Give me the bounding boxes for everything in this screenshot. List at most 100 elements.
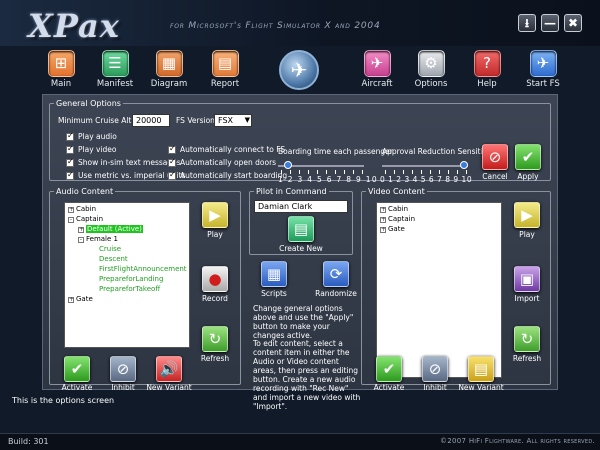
tree-node-captain[interactable]: + Captain <box>380 215 415 223</box>
video-content-group: Video Content + Cabin + Captain + Gate ▶ Pl… <box>361 187 551 392</box>
video-refresh-button[interactable]: ↻ <box>514 326 540 352</box>
tree-node-female[interactable]: - Female 1 <box>78 235 118 243</box>
play-icon: ▶ <box>209 206 221 224</box>
audio-activate-button[interactable]: ✔ <box>64 356 90 382</box>
collapse-icon[interactable]: - <box>78 237 84 243</box>
video-activate-button[interactable]: ✔ <box>376 356 402 382</box>
tree-node-cabin[interactable]: + Cabin <box>68 205 96 213</box>
expand-icon[interactable]: + <box>68 207 74 213</box>
checkbox-label: Show in-sim text messages <box>78 158 181 167</box>
toolbar-manifest-button[interactable]: ☰ Manifest <box>88 46 142 92</box>
tree-node-gate[interactable]: + Gate <box>380 225 405 233</box>
play-video-checkbox[interactable]: Play video <box>66 144 117 154</box>
toolbar-report-button[interactable]: ▤ Report <box>198 46 252 92</box>
video-play-label: Play <box>519 230 535 239</box>
tree-node-default[interactable]: + Default (Active) <box>78 225 143 233</box>
fs-version-label: FS Version <box>176 116 215 125</box>
checkbox-box[interactable] <box>66 144 74 154</box>
auto-doors-checkbox[interactable]: Automatically open doors <box>168 157 277 167</box>
video-play-button[interactable]: ▶ <box>514 202 540 228</box>
tree-node-captain[interactable]: - Captain <box>68 215 103 223</box>
apply-label: Apply <box>517 172 539 181</box>
title-bar: XPax for Microsoft's Flight Simulator X … <box>0 0 600 46</box>
tree-leaf[interactable]: FirstFlightAnnouncement <box>99 265 187 273</box>
checkbox-label: Automatically open doors <box>180 158 277 167</box>
video-new-variant-button[interactable]: ▤ <box>468 356 494 382</box>
general-options-legend: General Options <box>56 99 121 108</box>
show-text-checkbox[interactable]: Show in-sim text messages <box>66 157 181 167</box>
build-number: Build: 301 <box>8 437 49 446</box>
tree-node-label: Default (Active) <box>86 225 143 233</box>
auto-connect-checkbox[interactable]: Automatically connect to FS <box>168 144 285 154</box>
tree-leaf[interactable]: PrepareforLanding <box>99 275 163 283</box>
refresh-icon: ↻ <box>208 330 222 348</box>
audio-tree[interactable]: + Cabin - Captain + Default (Active) - Femal… <box>64 202 190 348</box>
toolbar-aircraft-button[interactable]: ✈ Aircraft <box>350 46 404 92</box>
tree-node-gate[interactable]: + Gate <box>68 295 93 303</box>
create-new-button[interactable]: ▤ <box>288 216 314 242</box>
checkmark-icon: ✔ <box>382 360 396 378</box>
checkbox-box[interactable] <box>168 157 176 167</box>
checkbox-box[interactable] <box>168 144 176 154</box>
tree-node-cabin[interactable]: + Cabin <box>380 205 408 213</box>
cancel-button[interactable]: ⊘ <box>482 144 508 170</box>
download-icon[interactable]: ⭳ <box>518 14 536 32</box>
auto-boarding-checkbox[interactable]: Automatically start boarding <box>168 170 288 180</box>
toolbar-diagram-button[interactable]: ▦ Diagram <box>142 46 196 92</box>
pilot-name-input[interactable]: Damian Clark <box>254 200 348 213</box>
general-options-group: General Options Minimum Cruise Altitude … <box>49 99 551 184</box>
audio-new-variant-button[interactable]: 🔊 <box>156 356 182 382</box>
import-button[interactable]: ▣ <box>514 266 540 292</box>
close-button[interactable]: ✖ <box>564 14 582 32</box>
scripts-label: Scripts <box>261 289 287 298</box>
expand-icon[interactable]: + <box>380 217 386 223</box>
audio-inhibit-label: Inhibit <box>111 383 135 392</box>
slider-ticks <box>385 170 469 174</box>
video-tree[interactable]: + Cabin + Captain + Gate <box>376 202 502 378</box>
checkbox-label: Automatically start boarding <box>180 171 288 180</box>
expand-icon[interactable]: + <box>380 207 386 213</box>
pilot-group: Pilot in Command Damian Clark ▤ Create N… <box>249 187 353 255</box>
slider-knob[interactable] <box>460 161 468 169</box>
record-button[interactable]: ● <box>202 266 228 292</box>
video-content-legend: Video Content <box>368 187 425 196</box>
checkbox-box[interactable] <box>168 170 176 180</box>
toolbar-main-button[interactable]: ⊞ Main <box>34 46 88 92</box>
expand-icon[interactable]: + <box>380 227 386 233</box>
randomize-label: Randomize <box>315 289 357 298</box>
tree-leaf[interactable]: Cruise <box>99 245 121 253</box>
toolbar-options-button[interactable]: ⚙ Options <box>404 46 458 92</box>
airplane-icon: ✈ <box>529 50 557 77</box>
expand-icon[interactable]: + <box>78 227 84 233</box>
audio-refresh-button[interactable]: ↻ <box>202 326 228 352</box>
collapse-icon[interactable]: - <box>68 217 74 223</box>
checkbox-box[interactable] <box>66 131 74 141</box>
scripts-button[interactable]: ▦ <box>261 261 287 287</box>
apply-button[interactable]: ✔ <box>515 144 541 170</box>
audio-inhibit-button[interactable]: ⊘ <box>110 356 136 382</box>
min-cruise-input[interactable]: 20000 <box>132 114 170 127</box>
tree-leaf[interactable]: PrepareforTakeoff <box>99 285 160 293</box>
play-audio-checkbox[interactable]: Play audio <box>66 131 117 141</box>
toolbar-help-button[interactable]: ? Help <box>460 46 514 92</box>
randomize-button[interactable]: ⟳ <box>323 261 349 287</box>
expand-icon[interactable]: + <box>68 297 74 303</box>
minimize-button[interactable]: — <box>541 14 559 32</box>
toolbar-startfs-button[interactable]: ✈ Start FS <box>516 46 570 92</box>
inhibit-icon: ⊘ <box>428 360 442 378</box>
footer-bar: Build: 301 ©2007 HiFi Flightware. All ri… <box>0 433 600 450</box>
toolbar-startfs-label: Start FS <box>526 79 560 89</box>
toolbar-diagram-label: Diagram <box>150 79 188 89</box>
audio-play-button[interactable]: ▶ <box>202 202 228 228</box>
video-inhibit-button[interactable]: ⊘ <box>422 356 448 382</box>
help-text-options: Change general options above and use the… <box>253 304 354 340</box>
status-text: This is the options screen <box>12 396 115 405</box>
tree-leaf[interactable]: Descent <box>99 255 128 263</box>
checkbox-box[interactable] <box>66 170 74 180</box>
help-icon: ? <box>473 50 501 77</box>
checkbox-box[interactable] <box>66 157 74 167</box>
record-icon: ● <box>208 270 222 288</box>
slider-knob[interactable] <box>284 161 292 169</box>
fs-version-select[interactable]: FSX ▼ <box>214 114 252 127</box>
video-activate-label: Activate <box>373 383 405 392</box>
